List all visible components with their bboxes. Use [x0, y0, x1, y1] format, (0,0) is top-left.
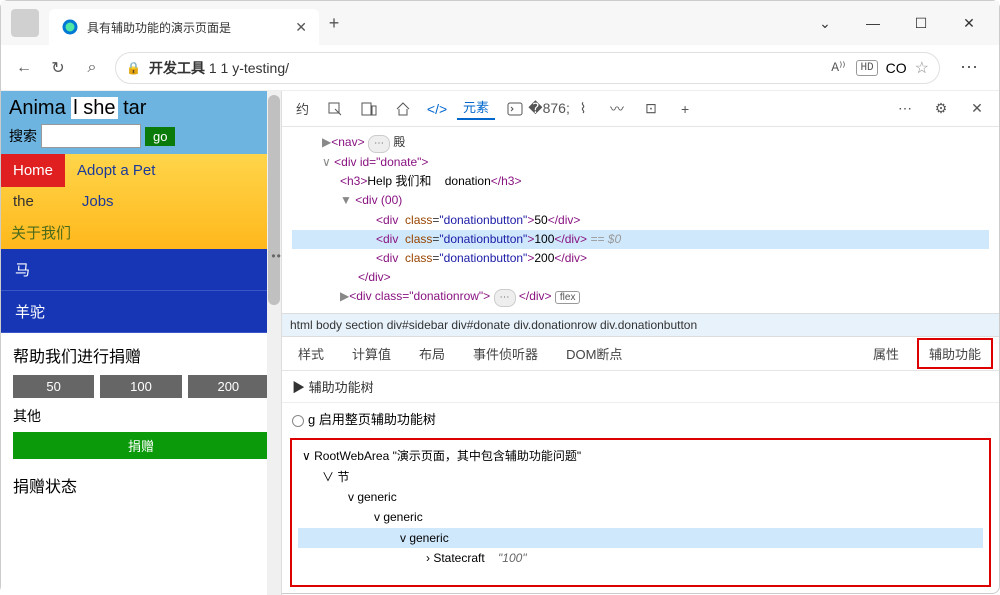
a11y-generic-selected[interactable]: v generic: [298, 528, 983, 548]
a11y-section[interactable]: ∨ 节: [298, 467, 983, 487]
devtools-panel: 约 </> 元素 �876; ⌇ 〰 ⊡ + ⋯ ⚙ ✕ ▶<nav> ⋯ 殿 …: [281, 91, 999, 595]
add-tab-button[interactable]: +: [671, 95, 699, 123]
donate-other: 其他: [13, 406, 269, 426]
a11y-full-tree-option[interactable]: g 启用整页辅助功能树: [282, 403, 999, 434]
nav-home[interactable]: Home: [1, 154, 65, 187]
home-icon[interactable]: [389, 95, 417, 123]
tab-welcome[interactable]: 约: [290, 99, 315, 118]
close-devtools-button[interactable]: ✕: [963, 95, 991, 123]
scrollbar[interactable]: [267, 91, 281, 595]
nav-about[interactable]: 关于我们: [1, 216, 281, 249]
refresh-button[interactable]: ↻: [47, 57, 69, 79]
page-title: Anima l she tar: [9, 97, 273, 120]
subtab-properties[interactable]: 属性: [863, 340, 909, 367]
more-tools-icon[interactable]: ⋯: [891, 95, 919, 123]
read-aloud-icon[interactable]: A⁾⁾: [828, 59, 848, 76]
tab-close-icon[interactable]: ✕: [295, 19, 307, 36]
profile-avatar[interactable]: [11, 9, 39, 37]
subtab-computed[interactable]: 计算值: [342, 340, 401, 367]
browser-tab[interactable]: 具有辅助功能的演示页面是 ✕: [49, 9, 319, 45]
network-icon[interactable]: ⌇: [569, 95, 597, 123]
tab-title: 具有辅助功能的演示页面是: [87, 19, 287, 36]
search-icon[interactable]: ⌕: [81, 57, 103, 79]
dom-tree[interactable]: ▶<nav> ⋯ 殿 ∨ <div id="donate"> <h3>Help …: [282, 127, 999, 313]
subtab-layout[interactable]: 布局: [409, 340, 455, 367]
selected-dom-node[interactable]: <div class="donationbutton">100</div> ==…: [292, 230, 989, 249]
subtab-dom-breakpoints[interactable]: DOM断点: [556, 340, 632, 367]
donate-button[interactable]: 捐赠: [13, 432, 269, 459]
dom-breadcrumb[interactable]: html body section div#sidebar div#donate…: [282, 313, 999, 337]
new-tab-button[interactable]: +: [319, 13, 349, 34]
tab-elements[interactable]: 元素: [457, 97, 495, 120]
memory-icon[interactable]: ⊡: [637, 95, 665, 123]
favorite-icon[interactable]: ☆: [915, 58, 929, 78]
a11y-root[interactable]: ∨ RootWebArea "演示页面，其中包含辅助功能问题": [298, 446, 983, 466]
console-icon[interactable]: [501, 95, 529, 123]
menu-button[interactable]: ⋯: [952, 57, 987, 78]
a11y-tree-header[interactable]: ▶ 辅助功能树: [282, 371, 999, 403]
rendered-page: Anima l she tar 搜索 go Home Adopt a Pet t…: [1, 91, 281, 595]
close-window-button[interactable]: ✕: [955, 15, 983, 32]
sidebar-item-alpaca[interactable]: 羊驼: [1, 291, 281, 333]
settings-icon[interactable]: ⚙: [927, 95, 955, 123]
a11y-generic[interactable]: v generic: [298, 507, 983, 527]
hd-icon[interactable]: HD: [856, 60, 877, 76]
donation-status-heading: 捐赠状态: [1, 469, 281, 501]
back-button[interactable]: ←: [13, 57, 35, 79]
nav-adopt[interactable]: Adopt a Pet: [65, 154, 167, 187]
lock-icon: 🔒: [126, 61, 141, 75]
sidebar-item-horse[interactable]: 马: [1, 249, 281, 291]
wave-icon[interactable]: 〰: [603, 95, 631, 123]
url-text: 开发工具 1 1 y-testing/: [149, 58, 289, 78]
inspect-icon[interactable]: [321, 95, 349, 123]
accessibility-tree[interactable]: ∨ RootWebArea "演示页面，其中包含辅助功能问题" ∨ 节 v ge…: [290, 438, 991, 587]
search-input[interactable]: [41, 124, 141, 148]
a11y-generic[interactable]: v generic: [298, 487, 983, 507]
a11y-leaf[interactable]: › Statecraft "100": [298, 548, 983, 568]
nav-the[interactable]: the: [1, 187, 46, 216]
minimize-button[interactable]: —: [859, 15, 887, 32]
address-bar[interactable]: 🔒 开发工具 1 1 y-testing/ A⁾⁾ HD CO ☆: [115, 52, 940, 84]
bug-icon[interactable]: �876;: [535, 95, 563, 123]
go-button[interactable]: go: [145, 127, 175, 146]
nav-jobs[interactable]: Jobs: [70, 187, 126, 216]
code-icon[interactable]: </>: [423, 95, 451, 123]
subtab-listeners[interactable]: 事件侦听器: [463, 340, 548, 367]
profile-badge[interactable]: CO: [886, 60, 907, 76]
maximize-button[interactable]: ☐: [907, 15, 935, 32]
search-label: 搜索: [9, 126, 37, 146]
donate-200[interactable]: 200: [188, 375, 269, 398]
donate-100[interactable]: 100: [100, 375, 181, 398]
edge-icon: [61, 18, 79, 36]
overflow-icon[interactable]: •••: [271, 249, 281, 263]
device-icon[interactable]: [355, 95, 383, 123]
subtab-accessibility[interactable]: 辅助功能: [917, 338, 993, 369]
donate-heading: 帮助我们进行捐赠: [13, 343, 269, 367]
chevron-down-icon[interactable]: ⌄: [811, 15, 839, 32]
donate-50[interactable]: 50: [13, 375, 94, 398]
subtab-styles[interactable]: 样式: [288, 340, 334, 367]
